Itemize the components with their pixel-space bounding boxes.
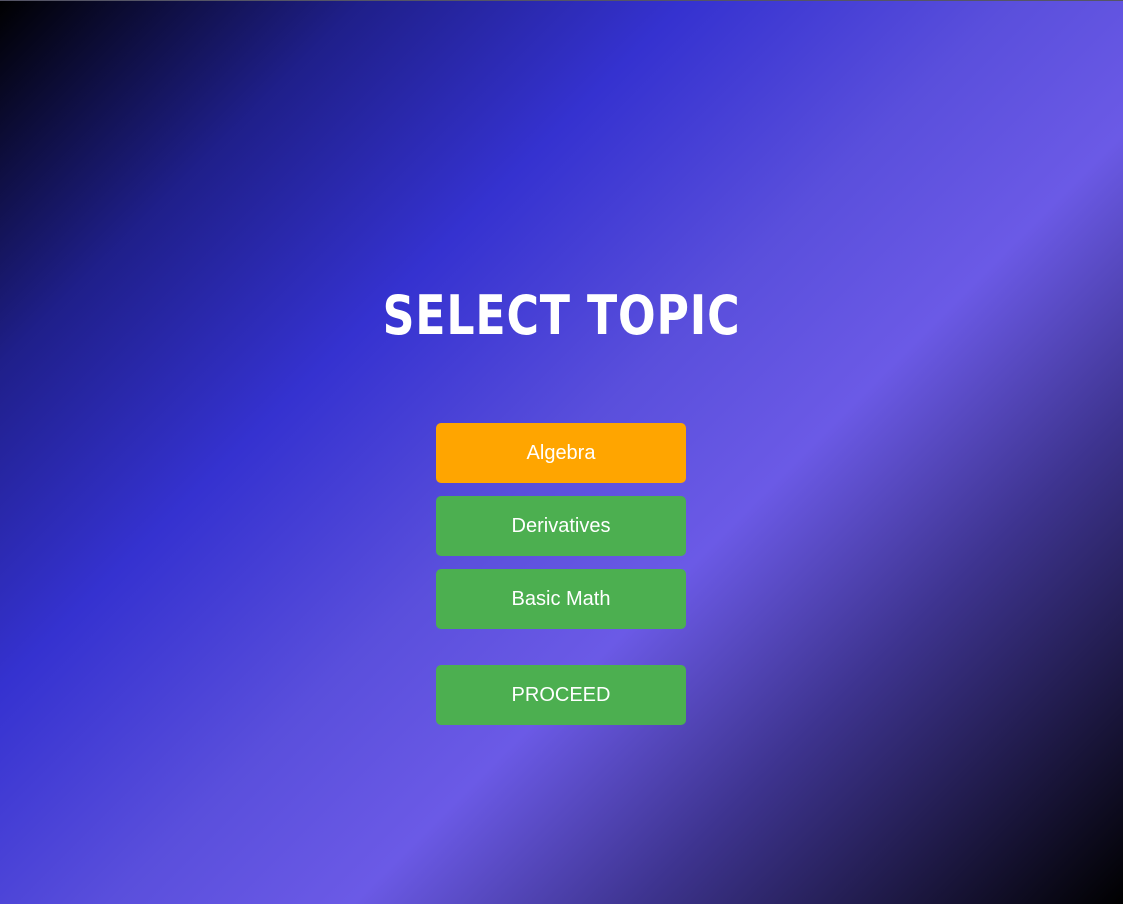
top-border: [0, 0, 1123, 1]
topic-button-algebra[interactable]: Algebra: [436, 423, 686, 483]
topic-button-basic-math[interactable]: Basic Math: [436, 569, 686, 629]
topic-button-derivatives[interactable]: Derivatives: [436, 496, 686, 556]
page-title: SELECT TOPIC: [382, 284, 741, 347]
proceed-button[interactable]: PROCEED: [436, 665, 686, 725]
